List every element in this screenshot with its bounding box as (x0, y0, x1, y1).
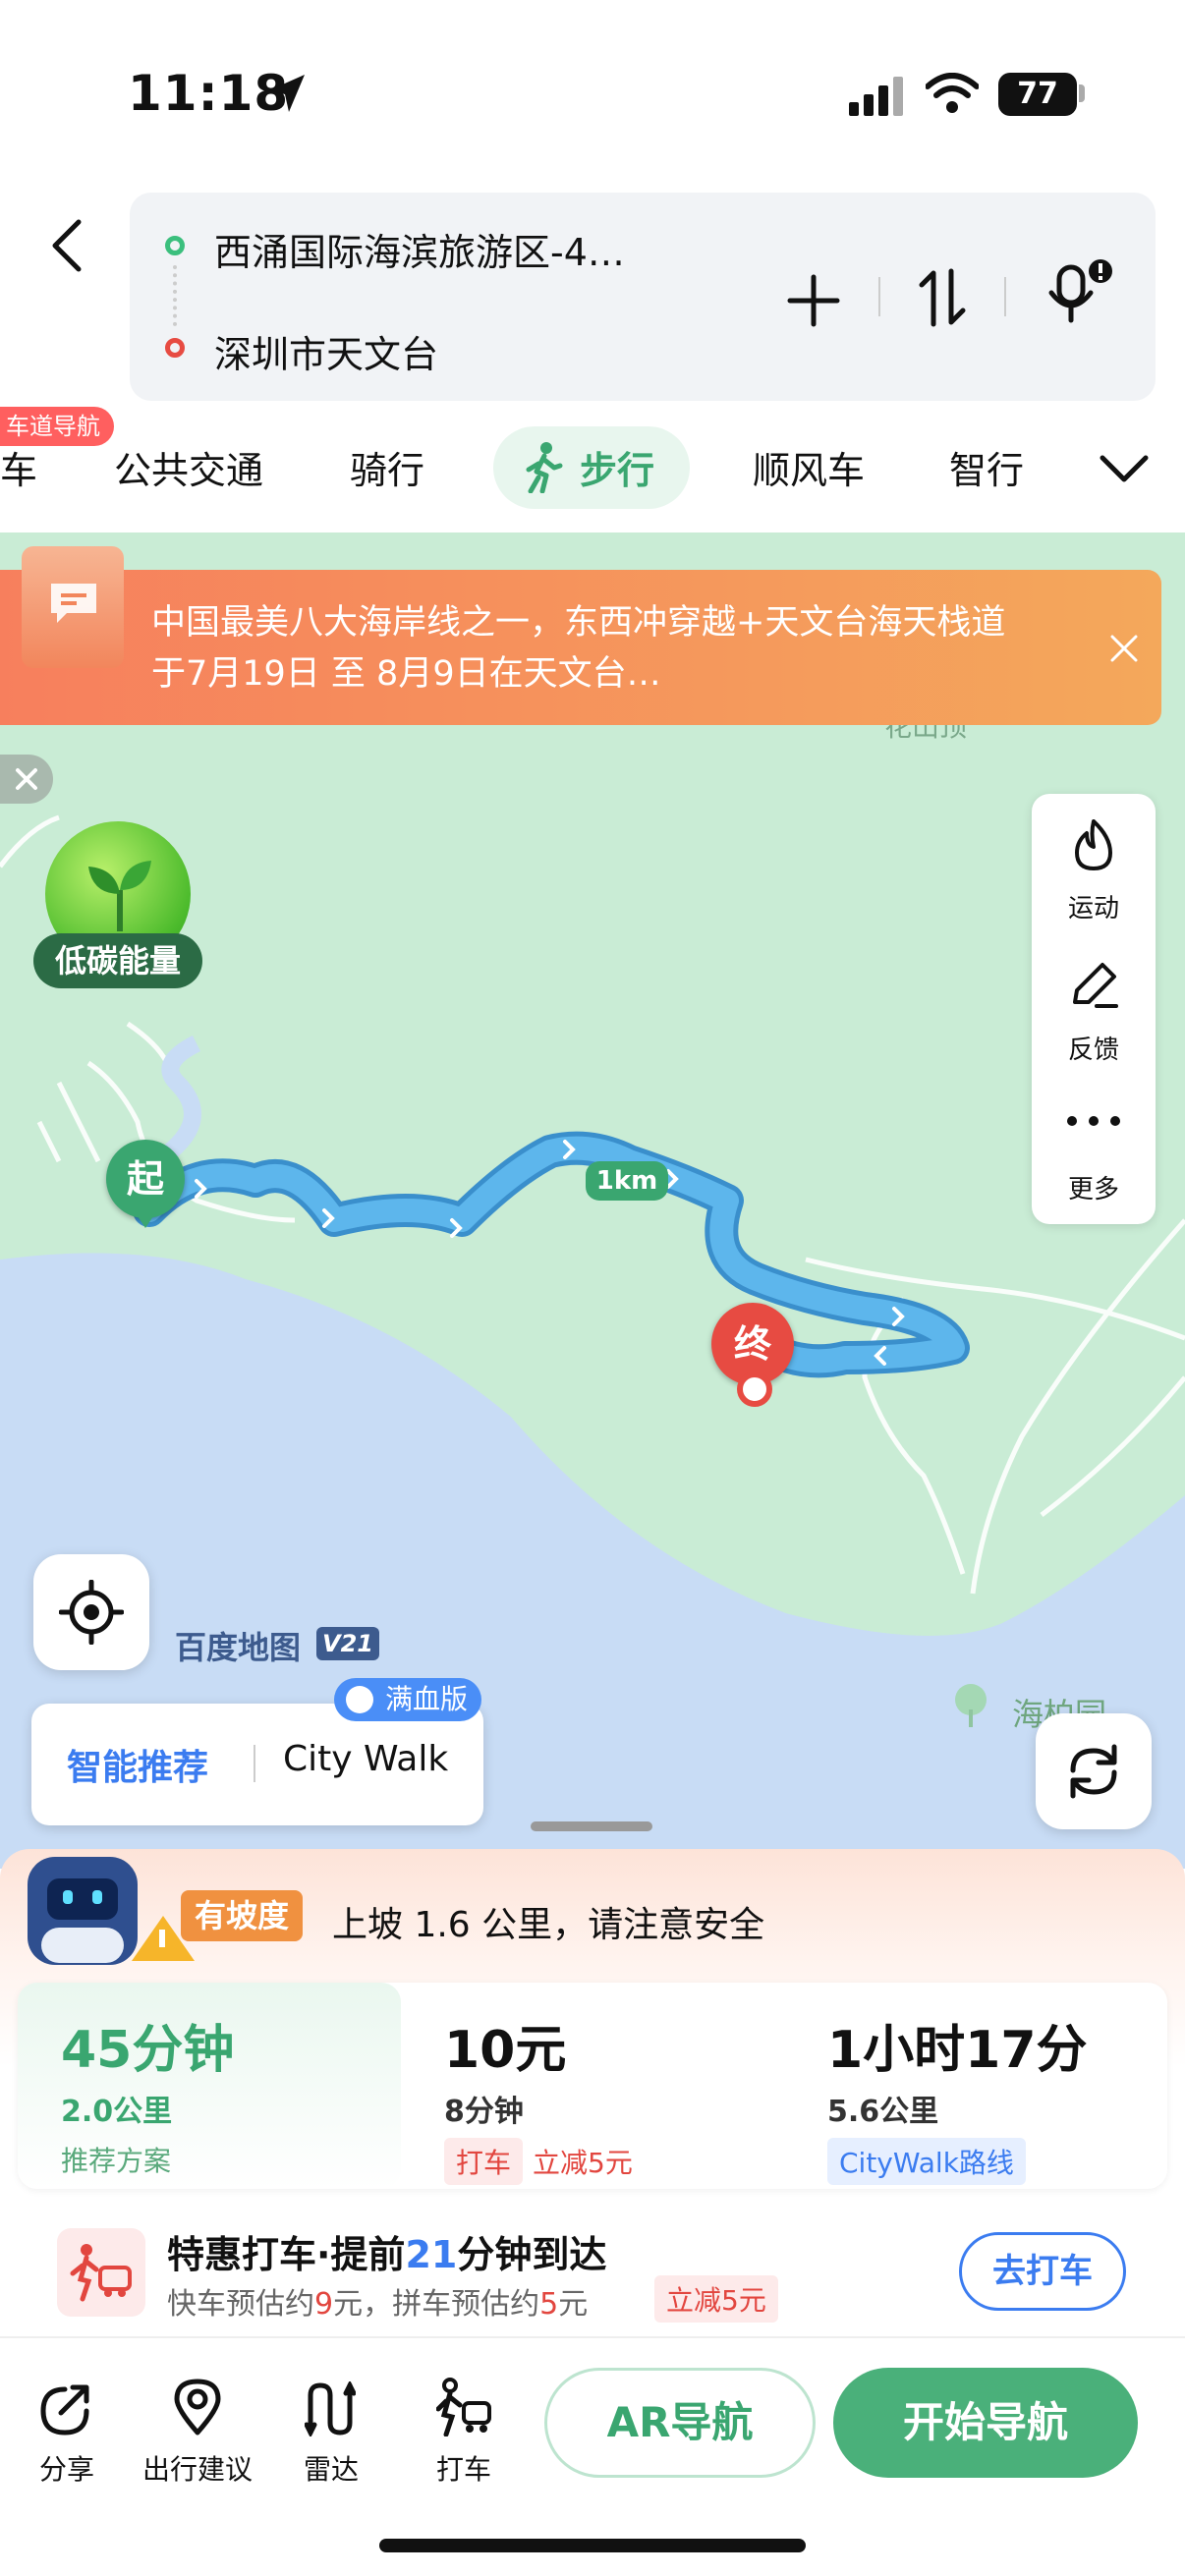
taxi-sub-b-unit: 元 (558, 2287, 589, 2322)
divider (1004, 277, 1006, 316)
citywalk-tab[interactable]: City Walk (283, 1739, 448, 1779)
signal-icon (849, 77, 903, 116)
walk-icon (526, 442, 563, 493)
start-marker[interactable]: 起 (106, 1140, 185, 1218)
sport-label[interactable]: 运动 (1032, 888, 1156, 924)
warning-mark (159, 1930, 165, 1947)
plan-1-distance: 2.0公里 (61, 2095, 173, 2129)
location-pin-icon[interactable] (173, 2378, 222, 2436)
sheet-handle[interactable] (531, 1821, 652, 1831)
taxi-title-suffix: 分钟到达 (457, 2233, 607, 2276)
plan-2-duration: 8分钟 (444, 2095, 524, 2129)
status-time: 11:18 (128, 65, 290, 122)
slope-text: 上坡 1.6 公里，请注意安全 (332, 1905, 765, 1945)
plan-2-price: 10元 (444, 2021, 567, 2080)
taxi-sub-a-unit: 元，拼车预估约 (333, 2287, 540, 2322)
energy-label[interactable]: 低碳能量 (33, 933, 202, 988)
sprout-icon (88, 861, 151, 931)
plan-1-note: 推荐方案 (61, 2145, 172, 2177)
start-navigation-button[interactable]: 开始导航 (833, 2368, 1138, 2478)
close-icon[interactable] (14, 766, 39, 792)
map-brand-version: V21 (316, 1627, 379, 1660)
full-version-label: 满血版 (385, 1683, 469, 1715)
radar-icon[interactable] (305, 2381, 356, 2436)
plan-3-distance: 5.6公里 (827, 2095, 939, 2129)
tab-transit[interactable]: 公共交通 (114, 440, 263, 494)
plan-3-tag: CityWalk路线 (827, 2138, 1026, 2185)
divider (878, 277, 880, 316)
radar-label[interactable]: 雷达 (262, 2448, 400, 2488)
origin-field[interactable]: 西涌国际海滨旅游区-4… (214, 222, 625, 276)
km-marker: 1km (586, 1161, 668, 1201)
back-icon[interactable] (47, 218, 86, 273)
battery-tip (1079, 84, 1085, 102)
feedback-icon[interactable] (1067, 959, 1120, 1012)
close-icon[interactable] (1108, 633, 1140, 664)
more-label[interactable]: 更多 (1032, 1169, 1156, 1205)
origin-dot-icon (165, 236, 185, 255)
plan-2-promo: 立减5元 (533, 2147, 633, 2179)
locate-icon (59, 1580, 124, 1645)
taxi-promo-title: 特惠打车·提前21分钟到达 (167, 2224, 606, 2278)
more-icon[interactable] (1065, 1114, 1122, 1128)
end-pin-icon (737, 1372, 772, 1407)
plan-3-time: 1小时17分 (827, 2021, 1088, 2080)
swap-icon[interactable] (918, 267, 967, 328)
location-arrow-icon (269, 75, 305, 112)
tree-icon (955, 1684, 987, 1727)
robot-eye (63, 1890, 73, 1904)
divider (254, 1745, 255, 1782)
add-waypoint-icon[interactable] (786, 273, 841, 328)
taxi-sub-a: 快车预估约 (167, 2287, 314, 2322)
ar-navigation-button[interactable]: AR导航 (544, 2368, 816, 2478)
taxi-icon (70, 2244, 132, 2302)
go-taxi-button[interactable]: 去打车 (959, 2232, 1126, 2311)
robot-eye (92, 1890, 102, 1904)
battery-indicator: 77 (998, 73, 1077, 116)
plan-1-time: 45分钟 (61, 2021, 235, 2080)
message-icon (51, 584, 96, 623)
badge-icon (346, 1686, 373, 1713)
voice-mic-icon[interactable] (1045, 257, 1116, 328)
taxi-title-prefix: 特惠打车·提前 (167, 2233, 406, 2276)
destination-field[interactable]: 深圳市天文台 (214, 324, 438, 378)
taxi-icon[interactable] (436, 2378, 491, 2436)
tab-smart[interactable]: 智行 (949, 440, 1024, 494)
share-icon[interactable] (39, 2381, 94, 2436)
map-side-panel: 运动 反馈 更多 (1032, 794, 1156, 1224)
tab-carpool[interactable]: 顺风车 (753, 440, 865, 494)
travel-advice-label[interactable]: 出行建议 (129, 2448, 266, 2488)
chevron-down-icon[interactable] (1099, 452, 1150, 485)
taxi-promo-tag: 立减5元 (654, 2275, 778, 2323)
robot-body (41, 1928, 124, 1963)
smart-recommend-tab[interactable]: 智能推荐 (67, 1739, 208, 1790)
tab-walk[interactable]: 步行 (580, 440, 654, 494)
share-label[interactable]: 分享 (0, 2448, 136, 2488)
feedback-label[interactable]: 反馈 (1032, 1030, 1156, 1066)
notice-text: 中国最美八大海岸线之一，东西冲穿越+天文台海天栈道于7月19日 至 8月9日在天… (151, 603, 1006, 694)
robot-face (47, 1878, 118, 1920)
flame-icon[interactable] (1071, 817, 1116, 872)
refresh-icon (1070, 1744, 1117, 1799)
route-connector (173, 265, 177, 326)
destination-dot-icon (165, 338, 185, 358)
taxi-label[interactable]: 打车 (395, 2448, 533, 2488)
home-indicator[interactable] (379, 2539, 806, 2552)
wifi-icon (926, 73, 979, 113)
tab-car[interactable]: 车 (0, 440, 37, 494)
taxi-sub-b-num: 5 (539, 2287, 559, 2322)
map-brand: 百度地图 (175, 1629, 302, 1666)
taxi-sub-a-num: 9 (314, 2287, 334, 2322)
plan-2-tag: 打车 (444, 2138, 524, 2185)
tab-bike[interactable]: 骑行 (350, 440, 424, 494)
taxi-promo-sub: 快车预估约9元，拼车预估约5元 (167, 2279, 588, 2323)
taxi-title-num: 21 (405, 2233, 458, 2276)
bottom-bar-divider (0, 2336, 1185, 2338)
slope-tag: 有坡度 (181, 1890, 304, 1941)
